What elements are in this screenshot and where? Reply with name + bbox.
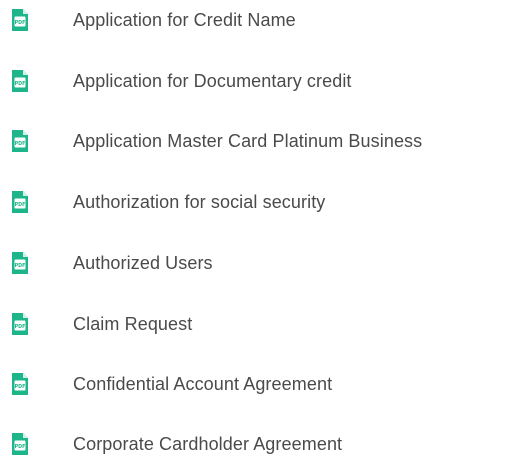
pdf-document-icon: PDF bbox=[12, 313, 28, 335]
document-item-corporate-cardholder-agreement[interactable]: PDF Corporate Cardholder Agreement bbox=[0, 424, 514, 463]
document-label: Claim Request bbox=[73, 314, 193, 334]
document-label: Application Master Card Platinum Busines… bbox=[73, 131, 423, 151]
document-label: Application for Credit Name bbox=[73, 10, 296, 30]
document-item-authorization-for-social-security[interactable]: PDF Authorization for social security bbox=[0, 182, 514, 222]
document-item-application-for-documentary-credit[interactable]: PDF Application for Documentary credit bbox=[0, 61, 514, 101]
pdf-document-icon: PDF bbox=[12, 252, 28, 274]
document-item-claim-request[interactable]: PDF Claim Request bbox=[0, 304, 514, 344]
pdf-document-icon: PDF bbox=[12, 70, 28, 92]
pdf-document-icon: PDF bbox=[12, 433, 28, 455]
svg-text:PDF: PDF bbox=[15, 20, 26, 26]
pdf-document-icon: PDF bbox=[12, 130, 28, 152]
document-label: Corporate Cardholder Agreement bbox=[73, 434, 343, 454]
pdf-document-icon: PDF bbox=[12, 373, 28, 395]
document-item-authorized-users[interactable]: PDF Authorized Users bbox=[0, 243, 514, 283]
svg-text:PDF: PDF bbox=[15, 263, 26, 269]
svg-text:PDF: PDF bbox=[15, 141, 26, 147]
svg-text:PDF: PDF bbox=[15, 324, 26, 330]
document-item-application-for-credit-name[interactable]: PDF Application for Credit Name bbox=[0, 0, 514, 40]
pdf-document-icon: PDF bbox=[12, 191, 28, 213]
pdf-document-icon: PDF bbox=[12, 9, 28, 31]
document-label: Confidential Account Agreement bbox=[73, 374, 333, 394]
document-label: Application for Documentary credit bbox=[73, 71, 352, 91]
document-list: PDF Application for Credit Name PDF Appl… bbox=[0, 0, 514, 463]
document-item-confidential-account-agreement[interactable]: PDF Confidential Account Agreement bbox=[0, 364, 514, 404]
svg-text:PDF: PDF bbox=[15, 384, 26, 390]
document-item-application-master-card-platinum-business[interactable]: PDF Application Master Card Platinum Bus… bbox=[0, 121, 514, 161]
document-label: Authorization for social security bbox=[73, 192, 326, 212]
svg-text:PDF: PDF bbox=[15, 444, 26, 450]
document-label: Authorized Users bbox=[73, 253, 213, 273]
svg-text:PDF: PDF bbox=[15, 202, 26, 208]
svg-text:PDF: PDF bbox=[15, 81, 26, 87]
